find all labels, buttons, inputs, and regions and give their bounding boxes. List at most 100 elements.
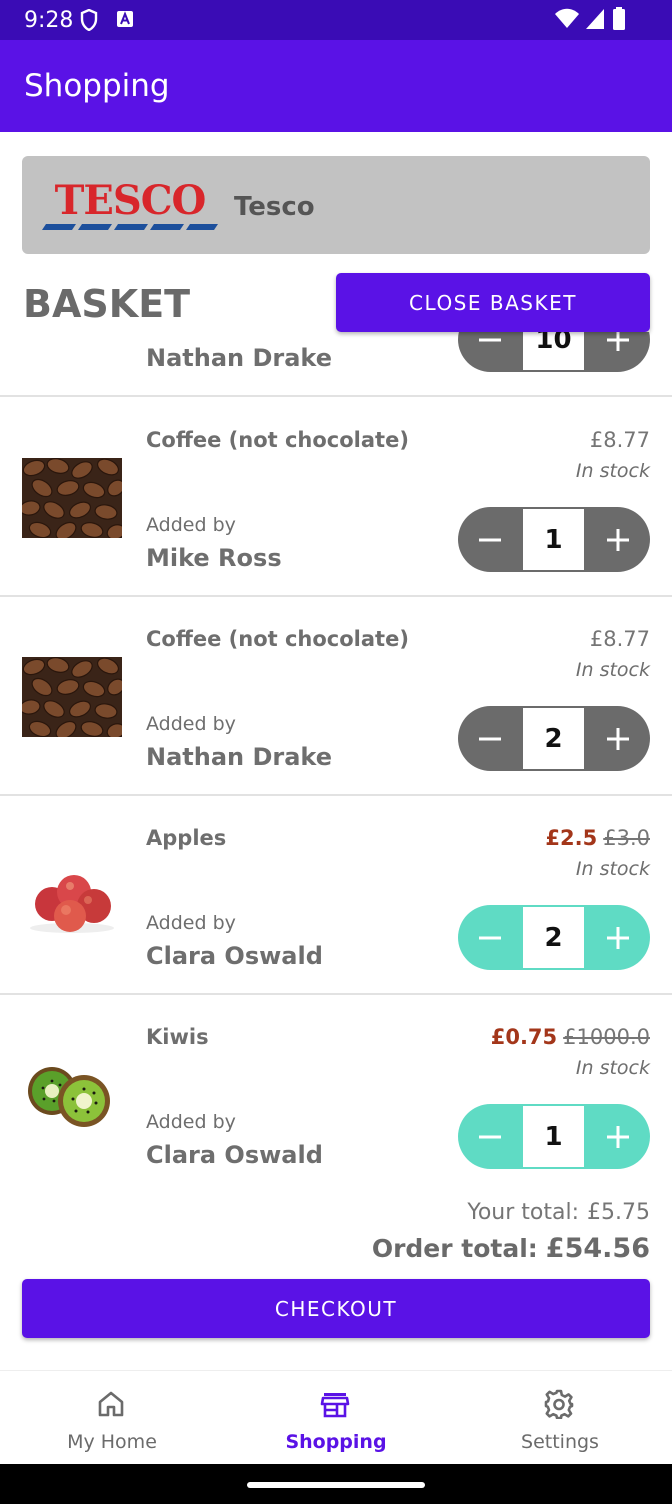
tesco-logo: TESCO [42, 178, 218, 230]
quantity-stepper[interactable]: 1 [458, 1104, 650, 1169]
increase-button[interactable] [586, 507, 650, 572]
quantity-stepper[interactable]: 2 [458, 905, 650, 970]
added-by-label: Added by [146, 713, 236, 735]
price-group: £0.75 £1000.0 [491, 1025, 650, 1049]
increase-button[interactable] [586, 332, 650, 372]
minus-icon [479, 538, 501, 541]
nav-item-settings[interactable]: Settings [448, 1371, 672, 1465]
plus-icon [607, 727, 629, 750]
battery-icon [613, 7, 625, 30]
plus-icon [607, 528, 629, 551]
checkout-button[interactable]: CHECKOUT [22, 1279, 650, 1338]
added-by-label: Added by [146, 912, 236, 934]
original-price: £1000.0 [563, 1025, 650, 1049]
nav-item-my-home[interactable]: My Home [0, 1371, 224, 1465]
price-group: £8.77 [590, 627, 650, 651]
nav-item-shopping[interactable]: Shopping [224, 1371, 448, 1465]
added-by-name: Mike Ross [146, 544, 282, 572]
sale-price: £2.5 [545, 826, 598, 850]
minus-icon [479, 338, 501, 341]
stock-status: In stock [575, 460, 650, 482]
coffee-beans-image [22, 458, 122, 538]
gear-icon [544, 1389, 574, 1419]
nav-label: Shopping [285, 1431, 387, 1453]
plus-icon [607, 1125, 629, 1148]
app-bar: Shopping [0, 40, 672, 132]
list-item: Coffee (not chocolate) £8.77 In stock Ad… [0, 597, 672, 796]
added-by-label: Added by [146, 514, 236, 536]
close-basket-button[interactable]: CLOSE BASKET [336, 273, 650, 332]
increase-button[interactable] [586, 706, 650, 771]
added-by-label: Added by [146, 1111, 236, 1133]
item-name: Coffee (not chocolate) [146, 428, 409, 452]
app-bar-title: Shopping [24, 68, 170, 104]
apples-image [30, 875, 114, 933]
item-name: Kiwis [146, 1025, 209, 1049]
quantity-stepper[interactable]: 2 [458, 706, 650, 771]
nav-label: Settings [521, 1431, 599, 1453]
decrease-button[interactable] [458, 507, 522, 572]
added-by-name: Clara Oswald [146, 942, 323, 970]
store-card[interactable]: TESCO Tesco [22, 156, 650, 254]
order-total-value: £54.56 [545, 1233, 650, 1264]
increase-button[interactable] [586, 1104, 650, 1169]
added-by-name: Nathan Drake [146, 743, 333, 771]
sale-price: £0.75 [490, 1025, 558, 1049]
shield-icon [80, 9, 98, 31]
your-total-label: Your total: [467, 1200, 580, 1225]
list-item: Nathan Drake 10 [0, 332, 672, 397]
minus-icon [479, 737, 501, 740]
item-name: Coffee (not chocolate) [146, 627, 409, 651]
coffee-beans-image [22, 657, 122, 737]
quantity-value[interactable]: 1 [523, 1106, 584, 1167]
nav-label: My Home [67, 1431, 157, 1453]
quantity-value[interactable]: 10 [523, 332, 584, 370]
list-item: Kiwis £0.75 £1000.0 In stock Added by Cla… [0, 995, 672, 1194]
stock-status: In stock [575, 1057, 650, 1079]
quantity-value[interactable]: 1 [523, 509, 584, 570]
status-time: 9:28 [24, 8, 74, 33]
list-item: Apples £2.5 £3.0 In stock Added by Clara … [0, 796, 672, 995]
your-total-value: £5.75 [587, 1200, 650, 1225]
your-total: Your total: £5.75 [467, 1200, 650, 1225]
minus-icon [479, 936, 501, 939]
stock-status: In stock [575, 659, 650, 681]
status-bar: 9:28 [0, 0, 672, 40]
plus-icon [607, 332, 629, 351]
list-item: Coffee (not chocolate) £8.77 In stock Ad… [0, 398, 672, 597]
stock-status: In stock [575, 858, 650, 880]
accessibility-a-icon [117, 11, 133, 27]
store-icon [320, 1393, 350, 1418]
order-total-label: Order total: [371, 1234, 538, 1263]
decrease-button[interactable] [458, 1104, 522, 1169]
quantity-value[interactable]: 2 [523, 708, 584, 769]
order-total: Order total: £54.56 [372, 1233, 650, 1264]
added-by-name: Nathan Drake [146, 344, 333, 372]
signal-icon [586, 9, 604, 29]
home-gesture-handle[interactable] [247, 1482, 425, 1488]
quantity-value[interactable]: 2 [523, 907, 584, 968]
decrease-button[interactable] [458, 706, 522, 771]
decrease-button[interactable] [458, 332, 522, 372]
basket-title: BASKET [23, 282, 191, 326]
wifi-icon [555, 8, 579, 28]
quantity-stepper[interactable]: 1 [458, 507, 650, 572]
original-price: £3.0 [603, 826, 650, 850]
item-name: Apples [146, 826, 227, 850]
quantity-stepper[interactable]: 10 [458, 332, 650, 372]
added-by-name: Clara Oswald [146, 1141, 323, 1169]
price-group: £2.5 £3.0 [545, 826, 650, 850]
item-price: £8.77 [589, 428, 650, 452]
tesco-logo-text: TESCO [55, 178, 206, 224]
minus-icon [479, 1135, 501, 1138]
bottom-navigation: My Home Shopping Settings [0, 1370, 672, 1464]
kiwis-image [28, 1067, 110, 1127]
gesture-bar [0, 1464, 672, 1504]
decrease-button[interactable] [458, 905, 522, 970]
price-group: £8.77 [590, 428, 650, 452]
store-name: Tesco [234, 192, 315, 222]
item-price: £8.77 [589, 627, 650, 651]
plus-icon [607, 926, 629, 949]
increase-button[interactable] [586, 905, 650, 970]
home-icon [98, 1391, 124, 1417]
